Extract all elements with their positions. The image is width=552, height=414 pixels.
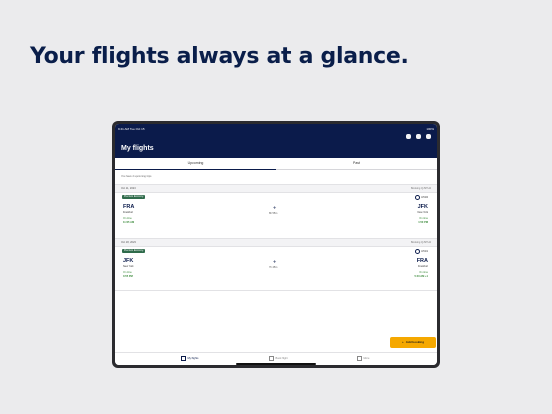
plus-icon: + bbox=[401, 340, 404, 344]
more-icon bbox=[357, 356, 362, 361]
page-title: My flights bbox=[121, 145, 154, 152]
arrival-time: 5:40 AM +1 bbox=[414, 275, 428, 278]
tab-upcoming[interactable]: Upcoming bbox=[115, 158, 276, 170]
book-flight-icon bbox=[269, 356, 274, 361]
flight-date: Oct 18, 2023 bbox=[121, 241, 136, 244]
destination-city: Frankfurt bbox=[417, 265, 428, 268]
nav-my-flights[interactable]: My flights bbox=[181, 356, 198, 361]
nav-more[interactable]: More bbox=[357, 356, 369, 361]
departure-time: 11:05 AM bbox=[123, 221, 135, 224]
airplane-icon: ✈ bbox=[273, 205, 277, 210]
booking-reference: Booking QJSTH4 bbox=[410, 187, 431, 190]
flight-duration: 7h 45m bbox=[269, 266, 278, 269]
profile-icon[interactable] bbox=[406, 134, 411, 139]
upcoming-count-text: You have 2 upcoming trips bbox=[121, 175, 152, 178]
miles-icon[interactable] bbox=[426, 134, 431, 139]
flight-number: LH400 bbox=[415, 195, 428, 200]
destination-status: On time bbox=[419, 271, 428, 274]
flight-card-header: Oct 11, 2023 Booking QJSTH4 bbox=[115, 184, 437, 193]
destination-code: FRA bbox=[416, 258, 428, 264]
flight-duration: 8h 55m bbox=[269, 212, 278, 215]
airline-logo-icon bbox=[415, 249, 421, 254]
flight-number-text: LH401 bbox=[421, 251, 428, 254]
origin-code: FRA bbox=[123, 204, 135, 210]
destination-status: On time bbox=[419, 217, 428, 220]
flight-number-text: LH400 bbox=[421, 197, 428, 200]
status-bar: 9:41 AM Tue Oct 15 100% bbox=[118, 126, 434, 132]
home-indicator bbox=[236, 363, 316, 365]
add-booking-label: Add booking bbox=[405, 340, 425, 344]
status-time: 9:41 AM Tue Oct 15 bbox=[118, 127, 145, 131]
destination-code: JFK bbox=[417, 204, 428, 210]
nav-book-flight[interactable]: Book flight bbox=[269, 356, 288, 361]
destination-city: New York bbox=[417, 211, 428, 214]
flight-number: LH401 bbox=[415, 249, 428, 254]
app-screen: 9:41 AM Tue Oct 15 100% My flights Upcom… bbox=[115, 124, 437, 365]
airline-logo-icon bbox=[415, 195, 421, 200]
status-battery: 100% bbox=[426, 127, 434, 131]
marketing-headline: Your flights always at a glance. bbox=[30, 44, 409, 69]
my-flights-icon bbox=[181, 356, 186, 361]
origin-city: New York bbox=[123, 265, 134, 268]
airplane-icon: ✈ bbox=[273, 259, 277, 264]
flight-card-header: Oct 18, 2023 Booking QJSTH4 bbox=[115, 238, 437, 247]
flight-tabs: Upcoming Past bbox=[115, 158, 437, 170]
nav-label: Book flight bbox=[275, 357, 288, 361]
booking-reference: Booking QJSTH4 bbox=[410, 241, 431, 244]
header-actions bbox=[406, 134, 431, 139]
departure-time: 3:55 PM bbox=[123, 275, 133, 278]
app-header: 9:41 AM Tue Oct 15 100% My flights bbox=[115, 124, 437, 158]
origin-code: JFK bbox=[123, 258, 134, 264]
origin-status: On time bbox=[123, 271, 132, 274]
cabin-class-badge: Premium Economy bbox=[122, 195, 146, 199]
cabin-class-badge: Premium Economy bbox=[122, 249, 146, 253]
origin-status: On time bbox=[123, 217, 132, 220]
tab-past[interactable]: Past bbox=[276, 158, 437, 169]
nav-label: My flights bbox=[187, 357, 199, 361]
nav-label: More bbox=[363, 357, 370, 361]
origin-city: Frankfurt bbox=[123, 211, 134, 214]
list-divider bbox=[115, 290, 437, 291]
notification-bell-icon[interactable] bbox=[416, 134, 421, 139]
tablet-frame: 9:41 AM Tue Oct 15 100% My flights Upcom… bbox=[112, 121, 440, 368]
flight-date: Oct 11, 2023 bbox=[121, 187, 136, 190]
arrival-time: 1:50 PM bbox=[418, 221, 428, 224]
add-booking-button[interactable]: + Add booking bbox=[390, 337, 436, 348]
